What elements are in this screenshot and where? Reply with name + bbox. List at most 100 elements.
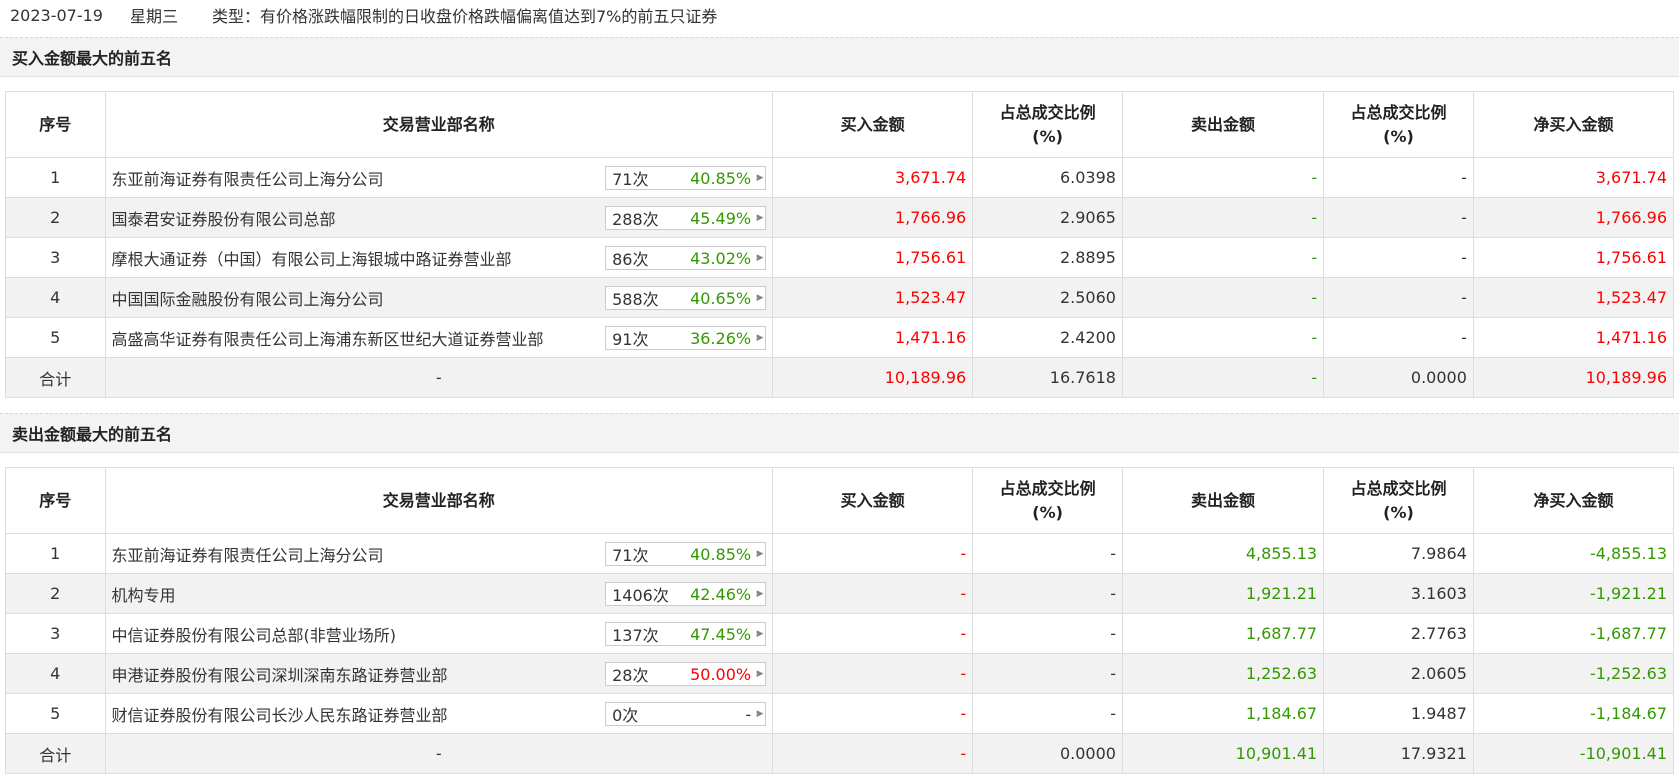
col-header-name: 交易营业部名称 — [104, 91, 774, 158]
total-buy-amount: - — [772, 733, 974, 774]
success-rate: 40.65% — [690, 288, 752, 308]
row-index: 3 — [5, 237, 106, 278]
table-row: 4 中国国际金融股份有限公司上海分公司 588次 40.65% ▶ 1,523.47 2.5… — [5, 277, 1675, 318]
broker-name-cell: 东亚前海证券有限责任公司上海分公司 71次 40.85% ▶ — [104, 533, 774, 574]
broker-name[interactable]: 机构专用 — [112, 586, 176, 605]
buy-amount: 1,756.61 — [772, 237, 974, 278]
row-index: 1 — [5, 533, 106, 574]
broker-stats-button[interactable]: 0次 - ▶ — [605, 702, 767, 726]
list-type: 类型：有价格涨跌幅限制的日收盘价格跌幅偏离值达到7%的前五只证券 — [212, 7, 718, 26]
buy-ratio: - — [972, 573, 1123, 614]
list-count: 86次 — [612, 250, 649, 269]
col-header-buy-ratio-line1: 占总成交比例 — [999, 102, 1096, 122]
caret-right-icon: ▶ — [756, 709, 764, 719]
broker-stats-button[interactable]: 71次 40.85% ▶ — [605, 166, 767, 190]
col-header-buy-ratio-line1: 占总成交比例 — [999, 478, 1096, 498]
sell-amount: 1,184.67 — [1121, 693, 1325, 734]
caret-right-icon: ▶ — [756, 669, 764, 679]
col-header-buy-ratio-line2: (%) — [1032, 126, 1063, 146]
buy-amount: - — [772, 533, 974, 574]
col-header-sell: 卖出金额 — [1121, 467, 1325, 534]
total-name: - — [104, 733, 774, 774]
row-index: 1 — [5, 157, 106, 198]
buy-amount: 1,471.16 — [772, 317, 974, 358]
broker-name-cell: 国泰君安证券股份有限公司总部 288次 45.49% ▶ — [104, 197, 774, 238]
net-buy-amount: 3,671.74 — [1472, 157, 1675, 198]
row-index: 4 — [5, 653, 106, 694]
list-count: 1406次 — [612, 586, 669, 605]
broker-name[interactable]: 中信证券股份有限公司总部(非营业场所) — [112, 626, 397, 645]
sell-table-body: 1 东亚前海证券有限责任公司上海分公司 71次 40.85% ▶ - -4,855.13 7.… — [5, 533, 1675, 774]
broker-stats-button[interactable]: 288次 45.49% ▶ — [605, 206, 767, 230]
sell-ratio: - — [1323, 197, 1474, 238]
total-name: - — [104, 357, 774, 398]
net-buy-amount: -1,184.67 — [1472, 693, 1675, 734]
buy-ratio: - — [972, 533, 1123, 574]
sell-amount: - — [1121, 157, 1325, 198]
net-buy-amount: 1,756.61 — [1472, 237, 1675, 278]
buy-amount: - — [772, 613, 974, 654]
col-header-sell-ratio-line2: (%) — [1383, 126, 1414, 146]
row-index: 5 — [5, 317, 106, 358]
caret-right-icon: ▶ — [756, 629, 764, 639]
table-row: 3 摩根大通证券（中国）有限公司上海银城中路证券营业部 86次 43.02% ▶ 1,75… — [5, 237, 1675, 278]
broker-stats-button[interactable]: 86次 43.02% ▶ — [605, 246, 767, 270]
sell-amount: - — [1121, 237, 1325, 278]
col-header-buy: 买入金额 — [772, 91, 974, 158]
row-index: 3 — [5, 613, 106, 654]
buy-amount: 1,766.96 — [772, 197, 974, 238]
broker-stats-button[interactable]: 1406次 42.46% ▶ — [605, 582, 767, 606]
col-header-sell-ratio: 占总成交比例 (%) — [1323, 91, 1474, 158]
success-rate: 36.26% — [690, 328, 752, 348]
broker-name[interactable]: 东亚前海证券有限责任公司上海分公司 — [112, 170, 384, 189]
total-sell-ratio: 0.0000 — [1323, 357, 1474, 398]
total-net-buy-amount: 10,189.96 — [1472, 357, 1675, 398]
broker-name-cell: 高盛高华证券有限责任公司上海浦东新区世纪大道证券营业部 91次 36.26% ▶ — [104, 317, 774, 358]
sell-ratio: - — [1323, 277, 1474, 318]
broker-name[interactable]: 东亚前海证券有限责任公司上海分公司 — [112, 546, 384, 565]
col-header-idx: 序号 — [5, 467, 106, 534]
broker-stats-button[interactable]: 588次 40.65% ▶ — [605, 286, 767, 310]
broker-name[interactable]: 申港证券股份有限公司深圳深南东路证券营业部 — [112, 666, 448, 685]
trade-weekday: 星期三 — [130, 7, 179, 26]
col-header-sell-ratio-line1: 占总成交比例 — [1350, 478, 1447, 498]
col-header-sell: 卖出金额 — [1121, 91, 1325, 158]
total-sell-amount: - — [1121, 357, 1325, 398]
row-index: 4 — [5, 277, 106, 318]
list-count: 588次 — [612, 290, 659, 309]
buy-ratio: 6.0398 — [972, 157, 1123, 198]
caret-right-icon: ▶ — [756, 253, 764, 263]
broker-name[interactable]: 财信证券股份有限公司长沙人民东路证券营业部 — [112, 706, 448, 725]
caret-right-icon: ▶ — [756, 333, 764, 343]
buy-ratio: - — [972, 653, 1123, 694]
caret-right-icon: ▶ — [756, 173, 764, 183]
sell-ratio: - — [1323, 237, 1474, 278]
col-header-name: 交易营业部名称 — [104, 467, 774, 534]
broker-name[interactable]: 中国国际金融股份有限公司上海分公司 — [112, 290, 384, 309]
broker-name[interactable]: 摩根大通证券（中国）有限公司上海银城中路证券营业部 — [112, 250, 512, 269]
broker-stats-button[interactable]: 28次 50.00% ▶ — [605, 662, 767, 686]
caret-right-icon: ▶ — [756, 213, 764, 223]
broker-name[interactable]: 高盛高华证券有限责任公司上海浦东新区世纪大道证券营业部 — [112, 330, 544, 349]
table-row: 3 中信证券股份有限公司总部(非营业场所) 137次 47.45% ▶ - -1,687.7… — [5, 613, 1675, 654]
buy-ratio: - — [972, 693, 1123, 734]
broker-stats-button[interactable]: 71次 40.85% ▶ — [605, 542, 767, 566]
caret-right-icon: ▶ — [756, 549, 764, 559]
total-sell-ratio: 17.9321 — [1323, 733, 1474, 774]
list-count: 28次 — [612, 666, 649, 685]
header-bar: 2023-07-19 星期三 类型：有价格涨跌幅限制的日收盘价格跌幅偏离值达到7… — [0, 0, 1679, 30]
col-header-net: 净买入金额 — [1472, 91, 1675, 158]
broker-stats-button[interactable]: 137次 47.45% ▶ — [605, 622, 767, 646]
broker-stats-button[interactable]: 91次 36.26% ▶ — [605, 326, 767, 350]
broker-name-cell: 申港证券股份有限公司深圳深南东路证券营业部 28次 50.00% ▶ — [104, 653, 774, 694]
net-buy-amount: -1,252.63 — [1472, 653, 1675, 694]
sell-ratio: 3.1603 — [1323, 573, 1474, 614]
sell-amount: - — [1121, 197, 1325, 238]
broker-name-cell: 中国国际金融股份有限公司上海分公司 588次 40.65% ▶ — [104, 277, 774, 318]
sell-ratio: - — [1323, 317, 1474, 358]
broker-name[interactable]: 国泰君安证券股份有限公司总部 — [112, 210, 336, 229]
col-header-net: 净买入金额 — [1472, 467, 1675, 534]
list-count: 0次 — [612, 706, 639, 725]
table-row: 1 东亚前海证券有限责任公司上海分公司 71次 40.85% ▶ 3,671.74 6.03… — [5, 157, 1675, 198]
sell-amount: 1,252.63 — [1121, 653, 1325, 694]
